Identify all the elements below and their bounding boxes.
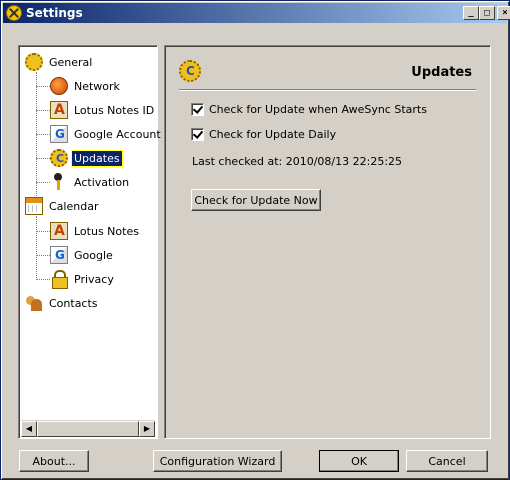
tree-item-label: Privacy xyxy=(74,272,114,286)
ok-button[interactable]: OK xyxy=(319,450,399,472)
tree-item-google-account[interactable]: Google Account xyxy=(50,123,163,145)
tree-connector xyxy=(36,182,50,183)
google-icon xyxy=(50,246,68,264)
tree-item-label: Google Account xyxy=(74,127,161,141)
update-icon xyxy=(50,149,68,167)
lotus-notes-icon xyxy=(50,101,68,119)
check-daily-checkbox[interactable] xyxy=(191,128,204,141)
tree-item-label: Calendar xyxy=(49,199,99,213)
lock-icon xyxy=(50,270,68,289)
tree-item-activation[interactable]: Activation xyxy=(50,171,131,193)
app-icon xyxy=(6,5,22,21)
window-title: Settings xyxy=(26,6,83,20)
tree-horizontal-scrollbar[interactable]: ◀ ▶ xyxy=(21,420,155,437)
update-icon xyxy=(179,60,201,82)
scroll-thumb[interactable] xyxy=(37,421,139,437)
tree-connector xyxy=(36,255,50,256)
check-daily-label: Check for Update Daily xyxy=(209,128,337,141)
tree-item-contacts[interactable]: Contacts xyxy=(25,292,100,314)
minimize-button[interactable]: _ xyxy=(463,6,479,20)
tree-connector xyxy=(36,279,50,280)
tree-connector xyxy=(36,110,50,111)
check-on-start-label: Check for Update when AweSync Starts xyxy=(209,103,427,116)
cancel-button[interactable]: Cancel xyxy=(406,450,488,472)
scroll-left-arrow-icon[interactable]: ◀ xyxy=(21,421,37,437)
tree-item-privacy[interactable]: Privacy xyxy=(50,268,116,290)
check-for-update-now-button[interactable]: Check for Update Now xyxy=(191,189,321,211)
gear-icon xyxy=(25,53,43,71)
tree-item-label: Lotus Notes xyxy=(74,224,139,238)
tree-item-google[interactable]: Google xyxy=(50,244,115,266)
tree-item-general[interactable]: General xyxy=(25,51,94,73)
calendar-icon xyxy=(25,197,43,215)
maximize-button[interactable]: □ xyxy=(479,6,495,20)
tree-connector xyxy=(36,231,50,232)
about-button[interactable]: About... xyxy=(19,450,89,472)
tree-connector xyxy=(36,158,50,159)
tree-item-label: Contacts xyxy=(49,296,98,310)
tree-connector xyxy=(36,72,37,210)
tree-connector xyxy=(36,216,37,280)
lotus-notes-icon xyxy=(50,222,68,240)
contacts-icon xyxy=(25,294,43,312)
tree-item-calendar[interactable]: Calendar xyxy=(25,195,100,217)
tree-item-network[interactable]: Network xyxy=(50,75,122,97)
scroll-right-arrow-icon[interactable]: ▶ xyxy=(139,421,155,437)
tree-item-label: Updates xyxy=(71,149,123,167)
tree-item-label: Lotus Notes ID xyxy=(74,103,155,117)
tree-item-label: Activation xyxy=(74,175,130,189)
check-daily-option[interactable]: Check for Update Daily xyxy=(191,128,336,141)
tree-item-lotus-notes[interactable]: Lotus Notes xyxy=(50,220,141,242)
tree-connector xyxy=(36,134,50,135)
check-on-start-checkbox[interactable] xyxy=(191,103,204,116)
tree-item-updates[interactable]: Updates xyxy=(50,147,123,169)
last-checked-text: Last checked at: 2010/08/13 22:25:25 xyxy=(192,155,403,168)
settings-window: Settings _ □ × General Network Lotus Not… xyxy=(0,0,510,480)
configuration-wizard-button[interactable]: Configuration Wizard xyxy=(153,450,282,472)
header-divider xyxy=(179,89,476,91)
title-bar[interactable]: Settings _ □ × xyxy=(3,3,510,23)
activation-icon xyxy=(50,173,68,191)
tree-item-lotus-notes-id[interactable]: Lotus Notes ID xyxy=(50,99,156,121)
settings-tree: General Network Lotus Notes ID Google Ac… xyxy=(18,45,161,439)
tree-item-label: Network xyxy=(74,79,120,93)
tree-connector xyxy=(36,86,50,87)
tree-item-label: Google xyxy=(74,248,113,262)
tree-item-label: General xyxy=(49,55,93,69)
updates-panel: Updates Check for Update when AweSync St… xyxy=(164,45,491,439)
page-title: Updates xyxy=(411,65,472,80)
close-button[interactable]: × xyxy=(497,6,510,20)
globe-icon xyxy=(50,77,68,95)
google-icon xyxy=(50,125,68,143)
check-on-start-option[interactable]: Check for Update when AweSync Starts xyxy=(191,103,427,116)
